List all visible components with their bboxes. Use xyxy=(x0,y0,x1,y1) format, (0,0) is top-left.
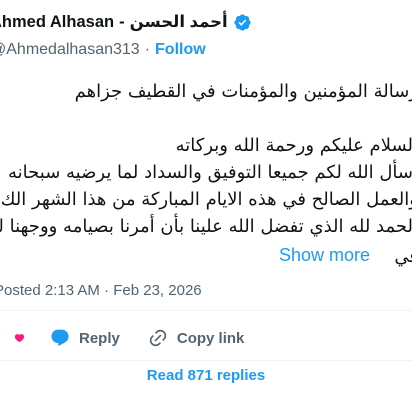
tweet-line: والعمل الصالح في هذه الايام المباركة من … xyxy=(0,189,412,210)
reply-button[interactable]: Reply xyxy=(50,320,120,356)
verified-badge-icon xyxy=(233,13,252,32)
divider xyxy=(0,360,412,361)
tweet-line: في xyxy=(394,246,412,267)
like-button[interactable] xyxy=(14,320,34,356)
author-name[interactable]: Ahmed Alhasan xyxy=(0,13,114,32)
heart-icon xyxy=(14,334,25,343)
author-handle[interactable]: @Ahmedalhasan313 xyxy=(0,41,140,59)
tweet-line: أسأل الله لكم جميعا التوفيق والسداد لما … xyxy=(8,162,412,183)
divider xyxy=(0,310,412,311)
read-replies-button[interactable]: Read 871 replies xyxy=(0,367,412,391)
tweet-line: رسالة المؤمنين والمؤمنات في القطيف جزاهم xyxy=(74,81,412,102)
handle-dot: · xyxy=(144,41,151,58)
copy-link-button[interactable]: Copy link xyxy=(148,320,245,356)
author-name-row[interactable]: Ahmed Alhasan - أحمد الحسن xyxy=(0,12,252,32)
link-icon xyxy=(149,329,167,347)
show-more-link[interactable]: Show more xyxy=(279,245,370,266)
tweet-card: Ahmed Alhasan - أحمد الحسن @Ahmedalhasan… xyxy=(0,0,412,412)
post-timestamp[interactable]: Posted 2:13 AM · Feb 23, 2026 xyxy=(0,282,202,299)
copy-link-label: Copy link xyxy=(176,329,245,347)
tweet-line: الحمد لله الذي تفضل الله علينا بأن أمرنا… xyxy=(0,216,412,237)
tweet-text: رسالة المؤمنين والمؤمنات في القطيف جزاهم… xyxy=(0,78,412,240)
name-separator: - xyxy=(119,12,125,31)
author-handle-row: @Ahmedalhasan313 · Follow xyxy=(0,41,206,59)
reply-label: Reply xyxy=(79,329,120,347)
tweet-line: السلام عليكم ورحمة الله وبركاته xyxy=(175,135,412,156)
author-name-arabic[interactable]: أحمد الحسن xyxy=(130,12,228,32)
reply-bubble-icon xyxy=(51,329,69,347)
action-bar: Reply Copy link xyxy=(0,320,412,356)
follow-button[interactable]: Follow xyxy=(155,41,206,59)
